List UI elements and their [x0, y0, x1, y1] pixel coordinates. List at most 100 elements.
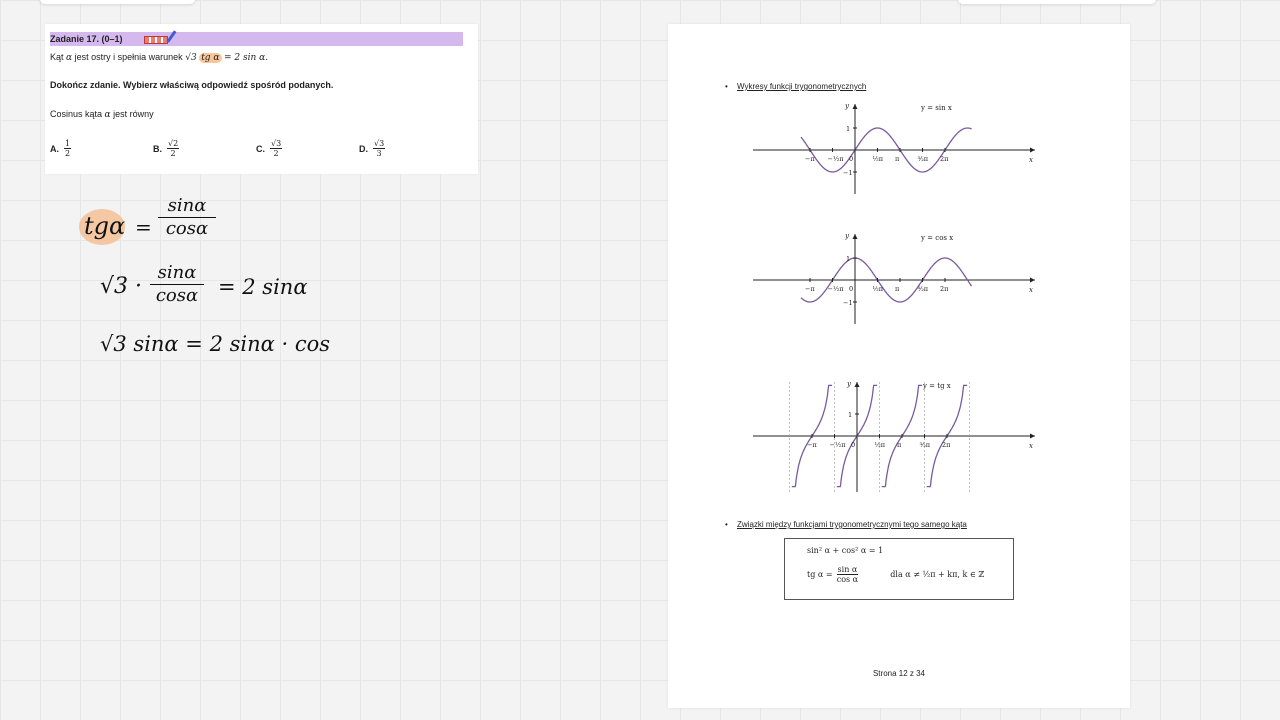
alpha-symbol: α	[66, 53, 73, 63]
task-card: Zadanie 17. (0–1) Kąt α jest ostry i spe…	[45, 24, 478, 174]
fraction-den: 3	[376, 149, 382, 158]
y-axis-label: y	[846, 380, 852, 388]
x-tick-label: π	[897, 441, 902, 449]
handwriting-tg: tgα	[84, 212, 126, 240]
task-title: Zadanie 17. (0–1)	[50, 34, 123, 44]
handwriting-num: sinα	[150, 262, 204, 285]
fraction-num: 1	[64, 139, 72, 149]
handwriting-fraction-2: sinα cosα	[150, 262, 204, 307]
answer-b[interactable]: B. √2 2	[153, 139, 180, 158]
answer-fraction: √2 2	[167, 139, 180, 158]
fraction-num: sin α	[836, 565, 859, 575]
identity-tangent-fraction: sin α cos α	[836, 565, 859, 584]
identity-pythagorean: sin² α + cos² α = 1	[807, 546, 884, 555]
x-tick-label: −π	[807, 441, 817, 449]
y-axis-arrow	[854, 382, 860, 387]
answer-letter: B.	[153, 143, 162, 154]
section-title-identities: Związki między funkcjami trygonometryczn…	[725, 520, 967, 529]
y-axis-arrow	[852, 104, 858, 109]
y-tick-label: 1	[846, 125, 850, 133]
handwriting-den: cosα	[155, 285, 199, 306]
identity-tangent-lhs: tg α =	[807, 570, 833, 579]
y-tick-label: 1	[848, 411, 852, 419]
task-badge	[144, 36, 168, 44]
answer-letter: C.	[256, 143, 265, 154]
x-tick-label: −π	[805, 285, 815, 293]
pen-icon	[166, 30, 177, 43]
x-axis-arrow	[1030, 147, 1035, 153]
answer-letter: A.	[50, 143, 59, 154]
x-axis-label: x	[1029, 442, 1033, 450]
answer-fraction: √3 2	[270, 139, 283, 158]
x-axis-arrow	[1030, 433, 1035, 439]
question-mid: jest ostry i spełnia warunek	[74, 52, 183, 62]
x-tick-label: 0	[849, 285, 853, 293]
graph-label: y = cos x	[920, 234, 953, 242]
fraction-den: 2	[65, 149, 71, 158]
identities-box: sin² α + cos² α = 1 tg α = sin α cos α dl…	[784, 538, 1014, 600]
question-prefix: Kąt	[50, 52, 64, 62]
task-cos-prompt: Cosinus kąta α jest równy	[50, 109, 154, 120]
x-tick-label: ½π	[873, 285, 884, 293]
x-tick-label: −½π	[828, 285, 845, 293]
x-axis-label: x	[1029, 286, 1033, 294]
x-axis-arrow	[1030, 277, 1035, 283]
toolbar-chip-right[interactable]	[958, 0, 1156, 4]
task-question: Kąt α jest ostry i spełnia warunek √3 tg…	[50, 52, 268, 63]
y-tick-label: 1	[846, 255, 850, 263]
x-tick-label: −½π	[828, 155, 845, 163]
y-axis-label: y	[844, 102, 850, 110]
handwriting-num: sinα	[158, 195, 216, 218]
x-tick-label: 2π	[940, 155, 949, 163]
x-tick-label: −½π	[830, 441, 847, 449]
sqrt3-term: √3	[185, 53, 197, 63]
handwriting-den: cosα	[165, 218, 209, 239]
x-tick-label: π	[895, 155, 900, 163]
answer-letter: D.	[359, 143, 368, 154]
page-number: Strona 12 z 34	[872, 669, 926, 678]
x-tick-label: 0	[851, 441, 855, 449]
y-tick-label: −1	[843, 299, 853, 307]
x-tick-label: ½π	[875, 441, 886, 449]
handwriting-equals: =	[135, 215, 152, 239]
handwriting-fraction-1: sinα cosα	[158, 195, 216, 240]
section-title-graphs: Wykresy funkcji trygonometrycznych	[725, 82, 866, 91]
graph-label: y = tg x	[922, 382, 951, 390]
task-header: Zadanie 17. (0–1)	[50, 30, 463, 46]
answer-fraction: 12	[64, 139, 72, 158]
toolbar-chip-left[interactable]	[40, 0, 195, 4]
fraction-den: 2	[170, 149, 176, 158]
question-rest: = 2 sin α.	[224, 53, 269, 63]
x-tick-label: 0	[849, 155, 853, 163]
sin-graph: x y 1 −1 −π −½π 0 ½π π ³⁄₂π 2π y = sin x	[753, 102, 1035, 194]
handwriting-line-3: √3 sinα = 2 sinα · cos	[100, 332, 331, 356]
fraction-num: √3	[373, 139, 386, 149]
handwriting-rhs: = 2 sinα	[218, 275, 308, 299]
fraction-den: 2	[273, 149, 279, 158]
x-tick-label: π	[895, 285, 900, 293]
identity-tangent: tg α = sin α cos α dla α ≠ ½π + kπ, k ∈ ℤ	[807, 565, 984, 584]
fraction-num: √2	[167, 139, 180, 149]
answer-fraction: √3 3	[373, 139, 386, 158]
cos-prefix: Cosinus kąta	[50, 109, 103, 119]
answer-d[interactable]: D. √3 3	[359, 139, 386, 158]
x-axis-label: x	[1029, 156, 1033, 164]
x-tick-label: ³⁄₂π	[918, 155, 929, 163]
cos-suffix: jest równy	[113, 109, 154, 119]
tan-graph: x y 1 −π −½π 0 ½π π ³⁄₂π 2π y = tg x	[753, 380, 1035, 494]
x-tick-label: ½π	[873, 155, 884, 163]
answer-c[interactable]: C. √3 2	[256, 139, 283, 158]
cos-alpha: α	[104, 110, 111, 120]
answer-a[interactable]: A. 12	[50, 139, 72, 158]
cos-graph: x y 1 −1 −π −½π 0 ½π π ³⁄₂π 2π y = cos x	[753, 232, 1035, 324]
x-tick-label: 2π	[940, 285, 949, 293]
x-tick-label: 2π	[942, 441, 951, 449]
identity-tangent-condition: dla α ≠ ½π + kπ, k ∈ ℤ	[890, 570, 985, 579]
y-axis-arrow	[852, 234, 858, 239]
x-tick-label: ³⁄₂π	[918, 285, 929, 293]
graph-label: y = sin x	[920, 104, 952, 112]
highlighted-tg-term: tg α	[199, 53, 222, 63]
handwriting-sqrt3: √3 ·	[100, 274, 143, 299]
task-instruction: Dokończ zdanie. Wybierz właściwą odpowie…	[50, 80, 334, 90]
document-page: Wykresy funkcji trygonometrycznych x y 1 −1…	[668, 24, 1130, 708]
